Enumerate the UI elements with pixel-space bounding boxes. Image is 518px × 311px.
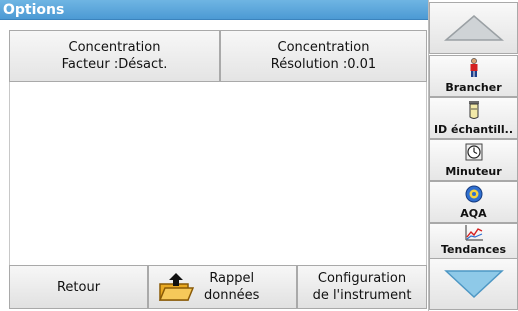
up-arrow-icon	[443, 15, 504, 41]
aqa-icon	[464, 184, 484, 204]
sidebar-label-aqa: AQA	[460, 207, 487, 220]
options-screen: Options Concentration Facteur :Désact. C…	[0, 0, 518, 311]
back-button[interactable]: Retour	[9, 265, 148, 309]
scroll-up-button[interactable]	[429, 2, 518, 54]
timer-icon	[464, 142, 484, 162]
sidebar-item-trends[interactable]: Tendances	[429, 223, 518, 259]
concentration-resolution-button[interactable]: Concentration Résolution :0.01	[220, 30, 427, 82]
person-icon	[464, 58, 484, 78]
recall-data-button[interactable]: Rappel données	[148, 265, 297, 309]
sidebar-label-trends: Tendances	[441, 243, 506, 256]
config-line1: Configuration	[317, 271, 407, 286]
title-bar: Options	[0, 0, 428, 20]
trend-chart-icon	[464, 224, 484, 242]
scroll-down-button[interactable]	[429, 258, 518, 310]
sidebar-item-aqa[interactable]: AQA	[429, 181, 518, 223]
sidebar-label-timer: Minuteur	[445, 165, 502, 178]
sidebar: Brancher ID échantill.. Minuteur AQA Ten…	[428, 0, 518, 311]
sidebar-label-sample-id: ID échantill..	[433, 123, 514, 136]
concentration-resolution-label: Concentration	[277, 40, 370, 55]
config-line2: de l'instrument	[312, 288, 412, 303]
sidebar-label-brancher: Brancher	[445, 81, 502, 94]
sidebar-item-brancher[interactable]: Brancher	[429, 55, 518, 97]
sidebar-item-sample-id[interactable]: ID échantill..	[429, 97, 518, 139]
content-area	[9, 82, 427, 265]
recall-data-text: Rappel données	[204, 270, 259, 304]
recall-line2: données	[204, 288, 260, 303]
concentration-resolution-value: Résolution :0.01	[270, 57, 377, 72]
instrument-config-button[interactable]: Configuration de l'instrument	[297, 265, 427, 309]
down-arrow-icon	[443, 270, 504, 299]
sidebar-item-timer[interactable]: Minuteur	[429, 139, 518, 181]
back-label: Retour	[56, 279, 101, 295]
concentration-factor-value: Facteur :Désact.	[61, 57, 168, 72]
concentration-factor-button[interactable]: Concentration Facteur :Désact.	[9, 30, 220, 82]
concentration-factor-label: Concentration	[68, 40, 161, 55]
sample-vial-icon	[464, 100, 484, 120]
folder-upload-icon	[158, 272, 195, 302]
recall-line1: Rappel	[209, 271, 255, 286]
page-title: Options	[3, 2, 65, 18]
